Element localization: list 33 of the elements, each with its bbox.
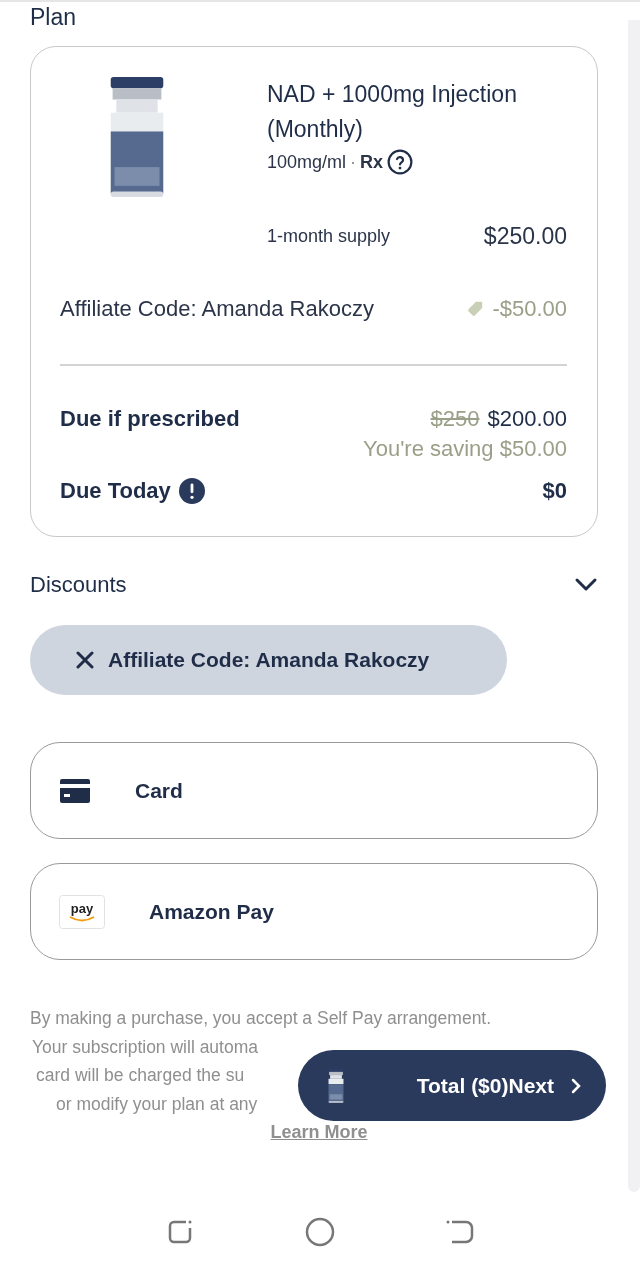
saving-note: You're saving $50.00 — [363, 436, 567, 462]
credit-card-icon — [59, 777, 91, 804]
original-price: $250 — [430, 406, 480, 432]
due-today-label: Due Today — [60, 478, 171, 504]
separator: · — [350, 151, 357, 173]
due-today-amount: $0 — [542, 478, 567, 504]
chip-label: Affiliate Code: Amanda Rakoczy — [108, 648, 430, 672]
discount-label: Affiliate Code: Amanda Rakoczy — [60, 296, 374, 322]
chevron-down-icon[interactable] — [574, 577, 598, 593]
home-button[interactable] — [304, 1216, 336, 1248]
discount-amount: -$50.00 — [492, 296, 567, 322]
help-icon[interactable] — [387, 149, 414, 175]
tag-icon — [466, 300, 485, 318]
section-title: Plan — [30, 4, 78, 32]
supply-label: 1-month supply — [267, 226, 391, 247]
checkout-button[interactable]: Total ($0)Next — [298, 1050, 606, 1121]
amazon-pay-logo: pay — [59, 894, 105, 929]
rx-label: Rx — [360, 151, 384, 173]
disclaimer-text: By making a purchase, you accept a Self Pay arrangement. — [30, 1007, 492, 1030]
due-price: $200.00 — [487, 406, 567, 432]
disclaimer-text: card will be charged the su — [36, 1064, 245, 1087]
due-label: Due if prescribed — [60, 406, 240, 432]
alert-icon[interactable] — [178, 478, 205, 504]
chevron-right-icon — [570, 1076, 582, 1095]
product-price: $250.00 — [483, 223, 567, 250]
disclaimer-text: or modify your plan at any — [56, 1092, 258, 1116]
payment-option[interactable]: Card — [30, 742, 598, 839]
remove-icon[interactable] — [76, 651, 94, 669]
discounts-title: Discounts — [30, 572, 127, 598]
payment-option[interactable]: pay Amazon Pay — [30, 863, 598, 960]
disclaimer-text: Your subscription will automa — [32, 1035, 258, 1059]
concentration: 100mg/ml — [267, 151, 347, 173]
product-name: NAD + 1000mg Injection (Monthly) — [267, 80, 518, 144]
